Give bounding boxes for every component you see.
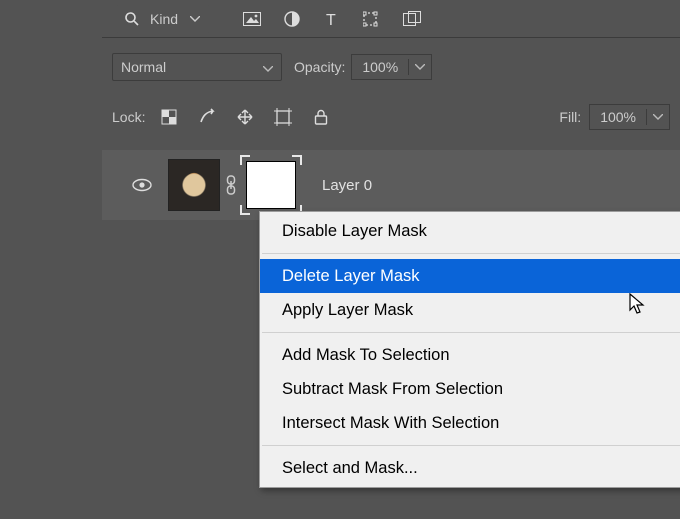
fill-value: 100% [590,109,647,125]
lock-image-icon[interactable] [197,107,217,127]
opacity-input[interactable]: 100% [351,54,432,80]
lock-position-icon[interactable] [235,107,255,127]
opacity-value: 100% [352,59,409,75]
menu-separator [262,253,680,254]
chevron-down-icon [409,64,431,70]
link-icon[interactable] [220,175,242,195]
filter-kind-label: Kind [150,11,178,27]
menu-item[interactable]: Disable Layer Mask [260,214,680,248]
menu-item[interactable]: Subtract Mask From Selection [260,372,680,406]
lock-label: Lock: [112,109,145,125]
menu-separator [262,332,680,333]
lock-all-icon[interactable] [311,107,331,127]
layer-mask-context-menu: Disable Layer Mask Delete Layer MaskApply… [259,211,680,488]
chevron-down-icon [188,16,202,22]
blend-mode-value: Normal [121,59,166,75]
pixel-layer-filter-icon[interactable] [242,9,262,29]
type-layer-filter-icon[interactable]: T [322,9,342,29]
lock-fill-row: Lock: Fill: 100% [102,98,680,136]
filter-type-icons: T [242,9,422,29]
svg-text:T: T [326,12,336,27]
layer-filter-row: Kind T [102,0,680,38]
lock-transparent-icon[interactable] [159,107,179,127]
filter-kind-dropdown[interactable]: Kind [116,5,210,33]
layer-thumbnail[interactable] [168,159,220,211]
chevron-down-icon [647,114,669,120]
menu-item[interactable]: Select and Mask... [260,451,680,485]
blend-mode-dropdown[interactable]: Normal [112,53,282,81]
visibility-toggle-icon[interactable] [130,178,154,192]
shape-layer-filter-icon[interactable] [362,9,382,29]
search-icon [124,11,140,27]
menu-item[interactable]: Intersect Mask With Selection [260,406,680,440]
layer-mask-thumbnail[interactable] [242,157,300,213]
menu-item[interactable]: Apply Layer Mask [260,293,680,327]
smart-object-filter-icon[interactable] [402,9,422,29]
layer-name[interactable]: Layer 0 [322,177,372,194]
layer-list: Layer 0 [102,150,680,220]
menu-item[interactable]: Delete Layer Mask [260,259,680,293]
adjustment-layer-filter-icon[interactable] [282,9,302,29]
menu-item[interactable]: Add Mask To Selection [260,338,680,372]
layer-row[interactable]: Layer 0 [102,150,680,220]
blend-opacity-row: Normal Opacity: 100% [102,48,680,86]
lock-artboard-icon[interactable] [273,107,293,127]
fill-label: Fill: [559,109,581,125]
menu-separator [262,445,680,446]
opacity-label: Opacity: [294,59,345,75]
fill-input[interactable]: 100% [589,104,670,130]
chevron-down-icon [263,59,273,75]
